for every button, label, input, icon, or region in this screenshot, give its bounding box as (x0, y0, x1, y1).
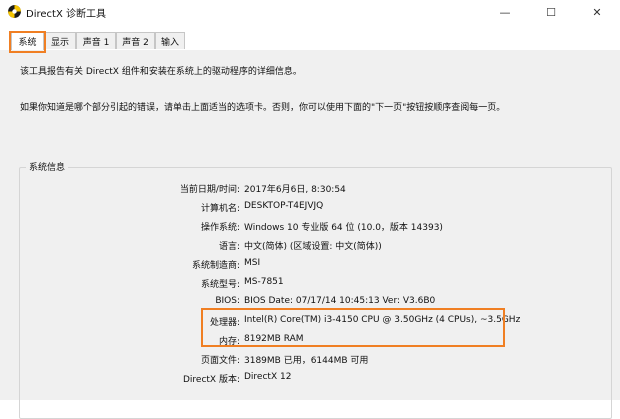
tab-sound-1[interactable]: 声音 1 (76, 32, 116, 49)
info-label: 操作系统: (200, 223, 240, 233)
info-value: Windows 10 专业版 64 位 (10.0，版本 14393) (244, 223, 443, 233)
info-value: MS-7851 (244, 277, 284, 287)
tab-display[interactable]: 显示 (44, 32, 76, 49)
info-value: DESKTOP-T4EJVJQ (244, 201, 324, 211)
system-info-group: 系统信息 当前日期/时间: 2017年6月6日, 8:30:54 计算机名: D… (19, 160, 612, 419)
maximize-icon: ☐ (546, 5, 556, 19)
close-icon: ✕ (592, 5, 602, 19)
info-value: BIOS Date: 07/17/14 10:45:13 Ver: V3.6B0 (244, 296, 436, 306)
info-row-manufacturer: 系统制造商: MSI (20, 258, 611, 272)
title-bar: DirectX 诊断工具 — ☐ ✕ (0, 0, 620, 24)
info-label: 当前日期/时间: (179, 185, 240, 195)
info-row-computer-name: 计算机名: DESKTOP-T4EJVJQ (20, 201, 611, 215)
tab-label: 显示 (50, 37, 69, 48)
info-label: BIOS: (215, 296, 240, 306)
info-row-model: 系统型号: MS-7851 (20, 277, 611, 291)
info-row-datetime: 当前日期/时间: 2017年6月6日, 8:30:54 (20, 182, 611, 196)
tab-label: 输入 (160, 37, 179, 48)
info-value: MSI (244, 258, 261, 268)
window-title: DirectX 诊断工具 (26, 9, 106, 20)
info-label: 语言: (218, 242, 240, 252)
info-value: 2017年6月6日, 8:30:54 (244, 185, 346, 195)
info-label: 页面文件: (200, 356, 240, 366)
tab-label: 声音 1 (82, 37, 110, 48)
system-info-title: 系统信息 (26, 160, 69, 173)
info-label: 系统型号: (200, 280, 240, 290)
info-label: 计算机名: (200, 204, 240, 214)
directx-icon (8, 5, 21, 18)
info-row-language: 语言: 中文(简体) (区域设置: 中文(简体)) (20, 239, 611, 253)
minimize-button[interactable]: — (482, 0, 528, 24)
intro-text-1: 该工具报告有关 DirectX 组件和安装在系统上的驱动程序的详细信息。 (20, 67, 302, 77)
intro-text-2: 如果你知道是哪个部分引起的错误，请单击上面适当的选项卡。否则，你可以使用下面的"… (20, 103, 506, 113)
cpu-memory-highlight-box (201, 308, 505, 347)
tab-input[interactable]: 输入 (155, 32, 185, 49)
info-row-os: 操作系统: Windows 10 专业版 64 位 (10.0，版本 14393… (20, 220, 611, 234)
minimize-icon: — (499, 5, 511, 19)
tab-strip: 系统 显示 声音 1 声音 2 输入 (0, 24, 620, 51)
info-label: 系统制造商: (191, 261, 240, 271)
info-row-directx-version: DirectX 版本: DirectX 12 (20, 372, 611, 386)
info-label: DirectX 版本: (182, 375, 240, 385)
info-value: 3189MB 已用，6144MB 可用 (244, 356, 369, 366)
tab-label: 声音 2 (122, 37, 149, 48)
info-row-pagefile: 页面文件: 3189MB 已用，6144MB 可用 (20, 353, 611, 367)
info-value: 中文(简体) (区域设置: 中文(简体)) (244, 242, 382, 252)
tab-sound-2[interactable]: 声音 2 (116, 32, 155, 49)
system-tab-panel: 该工具报告有关 DirectX 组件和安装在系统上的驱动程序的详细信息。 如果你… (0, 50, 620, 419)
close-button[interactable]: ✕ (574, 0, 620, 24)
tab-highlight-box (9, 31, 46, 53)
info-value: DirectX 12 (244, 372, 292, 382)
maximize-button[interactable]: ☐ (528, 0, 574, 24)
